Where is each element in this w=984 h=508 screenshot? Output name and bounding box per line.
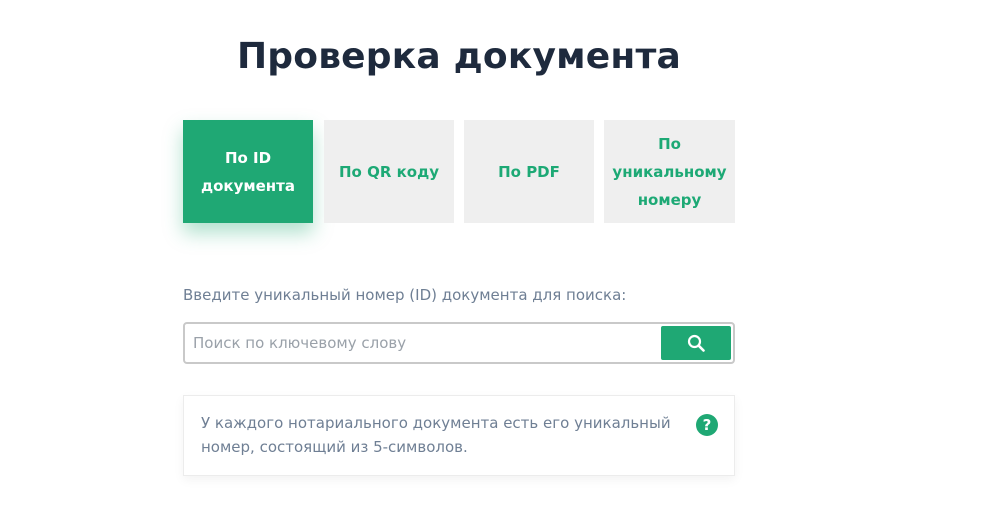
info-card: У каждого нотариального документа есть е… — [183, 395, 735, 476]
question-icon[interactable]: ? — [696, 414, 718, 436]
tab-by-id[interactable]: По ID документа — [183, 120, 313, 223]
tab-by-pdf[interactable]: По PDF — [464, 120, 594, 223]
search-input[interactable] — [193, 324, 653, 362]
search-button[interactable] — [661, 326, 731, 360]
search-box — [183, 322, 735, 364]
search-prompt-label: Введите уникальный номер (ID) документа … — [183, 286, 627, 304]
page-title: Проверка документа — [236, 36, 682, 77]
tab-by-qr-code[interactable]: По QR коду — [324, 120, 454, 223]
search-icon — [687, 334, 705, 352]
document-check-page: Проверка документа По ID документа По QR… — [0, 0, 984, 508]
tab-by-unique-number[interactable]: По уникальному номеру — [604, 120, 735, 223]
info-text: У каждого нотариального документа есть е… — [201, 414, 671, 456]
search-method-tabs: По ID документа По QR коду По PDF По уни… — [183, 120, 735, 223]
